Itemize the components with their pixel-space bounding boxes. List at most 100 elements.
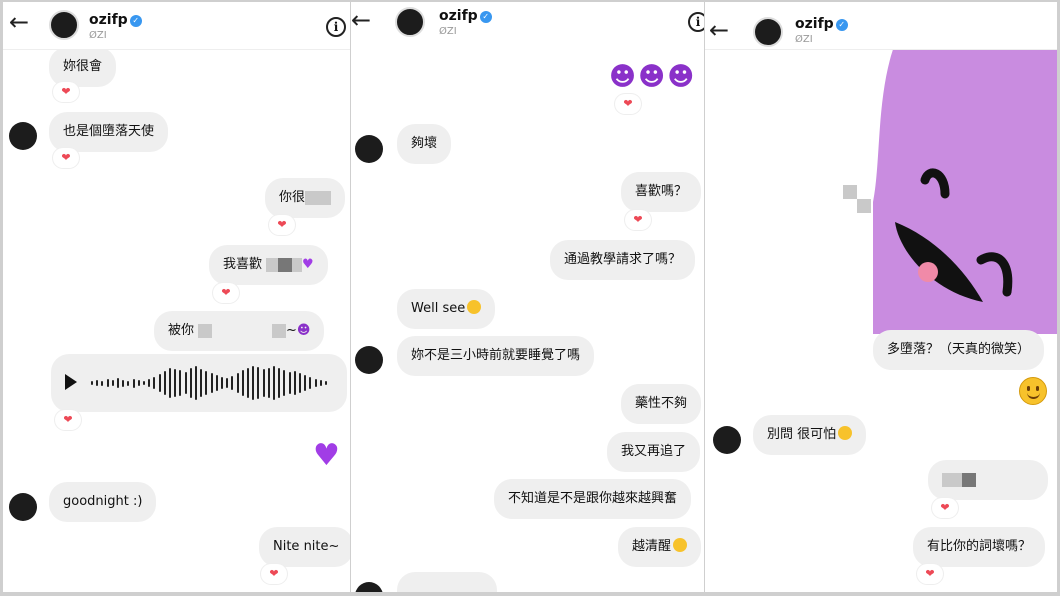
laughing-emoji-icon xyxy=(467,300,482,314)
message-received[interactable]: 也是個墮落天使 xyxy=(49,112,169,152)
censor-block xyxy=(266,257,279,272)
sender-avatar[interactable] xyxy=(355,346,383,374)
waveform-bar xyxy=(288,372,291,394)
waveform-bar xyxy=(236,373,239,393)
waveform-bar xyxy=(247,368,249,398)
waveform-bar xyxy=(325,381,327,385)
waveform-bar xyxy=(132,378,135,388)
waveform-bar xyxy=(304,375,307,391)
message-sent[interactable]: 通過教學請求了嗎？ xyxy=(550,240,696,280)
waveform-bar xyxy=(252,366,255,400)
heart-reaction-icon[interactable]: ❤ xyxy=(917,564,943,584)
message-received[interactable]: goodnight :) xyxy=(49,482,157,522)
waveform-bar xyxy=(262,369,265,397)
sender-avatar[interactable] xyxy=(355,135,383,163)
message-received[interactable]: 別問 很可怕 xyxy=(753,415,867,455)
back-arrow-icon[interactable]: ← xyxy=(709,16,729,44)
waveform-bar xyxy=(273,366,275,400)
heart-reaction-icon[interactable]: ❤ xyxy=(55,410,81,430)
waveform-bar xyxy=(221,377,223,389)
username[interactable]: ozifp ✓ xyxy=(89,12,142,28)
message-sent[interactable]: Nite nite~ xyxy=(259,527,350,567)
heart-reaction-icon[interactable]: ❤ xyxy=(213,283,239,303)
heart-reaction-icon[interactable]: ❤ xyxy=(261,564,287,584)
heart-reaction-icon[interactable]: ❤ xyxy=(53,82,79,102)
username[interactable]: ozifp ✓ xyxy=(439,8,492,24)
waveform-bar xyxy=(143,381,145,385)
message-sent[interactable]: 我又再追了 xyxy=(607,432,701,472)
censor-block xyxy=(857,199,871,213)
message-received[interactable]: 妳很會 xyxy=(49,47,117,87)
devil-emoji-row: ☻☻☻ xyxy=(609,62,696,92)
verified-badge-icon: ✓ xyxy=(479,11,492,23)
message-sent[interactable]: 被你 ~☻ xyxy=(154,311,325,351)
sender-avatar[interactable] xyxy=(355,582,383,592)
message-sent[interactable] xyxy=(928,460,1048,500)
laughing-emoji-icon xyxy=(673,538,688,552)
play-icon[interactable] xyxy=(65,374,77,390)
waveform-bar xyxy=(179,370,182,396)
chat-header: ← ozifp ✓ ØZI i xyxy=(351,2,704,50)
waveform-bar xyxy=(184,372,187,394)
waveform-bar xyxy=(314,379,317,387)
message-received[interactable]: 妳不是三小時前就要睡覺了嗎 xyxy=(397,336,595,376)
message-sent[interactable]: 我喜歡 ♥ xyxy=(209,245,328,285)
waveform-bar xyxy=(309,377,312,389)
waveform-bar xyxy=(200,369,203,397)
waveform-bar xyxy=(293,371,296,395)
waveform-bar xyxy=(174,369,177,397)
avatar[interactable] xyxy=(49,10,79,40)
message-sent[interactable]: 多墮落？（天真的微笑） xyxy=(873,330,1045,370)
audio-waveform xyxy=(91,354,336,412)
waveform-bar xyxy=(231,376,234,390)
waveform-bar xyxy=(101,380,104,386)
devil-emoji-icon: ☻ xyxy=(638,62,668,92)
waveform-bar xyxy=(241,370,244,396)
message-received[interactable]: Well see xyxy=(397,289,496,329)
waveform-bar xyxy=(91,381,93,385)
message-sent[interactable]: 喜歡嗎？ xyxy=(621,172,702,212)
message-sent[interactable]: 不知道是不是跟你越來越興奮 xyxy=(494,479,692,519)
message-sent[interactable]: 你很 xyxy=(265,178,346,218)
chat-header: ← ozifp ✓ ØZI xyxy=(705,2,1057,50)
info-icon[interactable]: i xyxy=(688,12,704,32)
waveform-bar xyxy=(226,378,229,388)
heart-reaction-icon[interactable]: ❤ xyxy=(932,498,958,518)
censor-block xyxy=(305,190,332,205)
purple-heart-emoji-icon[interactable]: ♥ xyxy=(313,438,340,473)
heart-reaction-icon[interactable]: ❤ xyxy=(269,215,295,235)
message-sent[interactable]: 藥性不夠 xyxy=(621,384,702,424)
back-arrow-icon[interactable]: ← xyxy=(351,6,371,34)
info-icon[interactable]: i xyxy=(326,17,346,37)
heart-reaction-icon[interactable]: ❤ xyxy=(615,94,641,114)
censor-block xyxy=(942,472,962,487)
voice-message[interactable] xyxy=(51,354,347,412)
avatar[interactable] xyxy=(395,7,425,37)
sender-avatar[interactable] xyxy=(9,122,37,150)
heart-reaction-icon[interactable]: ❤ xyxy=(53,148,79,168)
smiling-emoji-icon[interactable] xyxy=(1019,377,1047,405)
waveform-bar xyxy=(153,377,156,389)
message-received[interactable]: 夠壞 xyxy=(397,124,452,164)
sender-avatar[interactable] xyxy=(713,426,741,454)
heart-reaction-icon[interactable]: ❤ xyxy=(625,210,651,230)
avatar[interactable] xyxy=(753,17,783,47)
chat-panel-1: ← ozifp ✓ ØZI i 妳很會 ❤ 也是個墮落天使 ❤ 你很 ❤ 我喜歡 ♥… xyxy=(3,2,350,592)
message-sent[interactable]: 越清醒 xyxy=(618,527,702,567)
censor-block xyxy=(278,257,293,272)
waveform-bar xyxy=(215,375,218,391)
chat-panel-2: ← ozifp ✓ ØZI i ☻☻☻ ❤ 夠壞 喜歡嗎？ ❤ 通過教學請求了嗎？… xyxy=(351,2,704,592)
message-received[interactable] xyxy=(397,572,497,592)
sender-avatar[interactable] xyxy=(9,493,37,521)
back-arrow-icon[interactable]: ← xyxy=(9,8,29,36)
message-sent[interactable]: 有比你的詞壞嗎？ xyxy=(913,527,1046,567)
username[interactable]: ozifp ✓ xyxy=(795,16,848,32)
verified-badge-icon: ✓ xyxy=(835,19,848,31)
waveform-bar xyxy=(189,368,192,398)
waveform-bar xyxy=(283,370,286,396)
waveform-bar xyxy=(169,368,171,398)
waveform-bar xyxy=(127,380,130,386)
waveform-bar xyxy=(278,368,281,398)
censor-block xyxy=(292,257,303,272)
verified-badge-icon: ✓ xyxy=(129,15,142,27)
